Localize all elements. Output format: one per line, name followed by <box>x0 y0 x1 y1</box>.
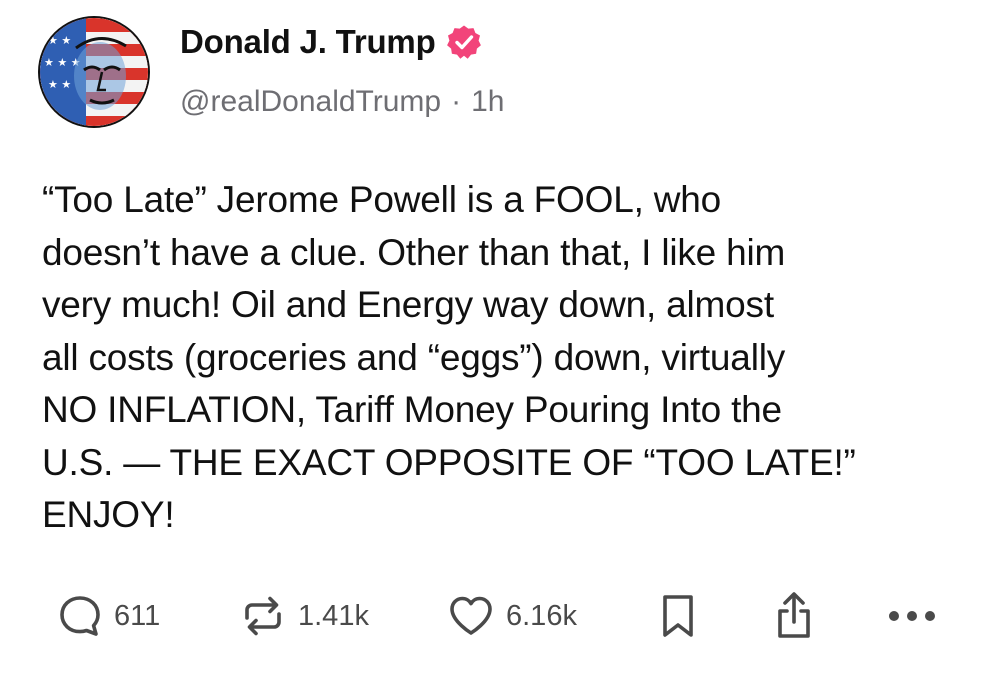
author-meta-row: @realDonaldTrump · 1h <box>180 80 504 124</box>
bookmark-icon <box>656 591 700 641</box>
post-body-line: all costs (groceries and “eggs”) down, v… <box>42 336 786 378</box>
post-body-line: NO INFLATION, Tariff Money Pouring Into … <box>42 389 782 430</box>
post-body-line: “Too Late” Jerome Powell is a FOOL, who <box>42 179 722 220</box>
post-body-line: very much! Oil and Energy way down, almo… <box>42 284 774 325</box>
more-options-button[interactable] <box>886 588 938 644</box>
like-button[interactable]: 6.16k <box>446 588 577 644</box>
share-button[interactable] <box>772 588 816 644</box>
avatar-image: ★ ★ ★ ★ ★ ★ ★ <box>40 18 148 126</box>
post-body-line: ENJOY! <box>42 494 175 535</box>
author-handle[interactable]: @realDonaldTrump <box>180 85 441 119</box>
post-body: “Too Late” Jerome Powell is a FOOL, who … <box>42 174 962 542</box>
repost-icon <box>238 592 288 640</box>
heart-icon <box>446 592 496 640</box>
more-icon <box>886 606 938 626</box>
repost-button[interactable]: 1.41k <box>238 588 369 644</box>
reply-button[interactable]: 611 <box>56 588 160 644</box>
verified-badge-icon <box>446 24 482 60</box>
post-body-line: U.S. — THE EXACT OPPOSITE OF “TOO LATE!” <box>42 441 856 483</box>
svg-text:★ ★: ★ ★ <box>48 34 71 47</box>
like-count: 6.16k <box>506 599 577 632</box>
reply-icon <box>56 592 104 640</box>
share-icon <box>772 590 816 642</box>
repost-count: 1.41k <box>298 599 369 632</box>
author-name-row: Donald J. Trump <box>180 20 482 64</box>
post-card: ★ ★ ★ ★ ★ ★ ★ Donald J. Trump @realDonal… <box>0 0 1000 684</box>
reply-count: 611 <box>114 599 161 632</box>
meta-separator: · <box>451 85 462 118</box>
avatar[interactable]: ★ ★ ★ ★ ★ ★ ★ <box>40 18 148 126</box>
display-name[interactable]: Donald J. Trump <box>180 23 436 61</box>
action-bar: 611 1.41k 6.16k <box>56 588 956 644</box>
bookmark-button[interactable] <box>656 588 700 644</box>
post-timestamp[interactable]: 1h <box>471 85 504 119</box>
svg-text:★ ★: ★ ★ <box>48 78 71 91</box>
post-body-line: doesn’t have a clue. Other than that, I … <box>42 231 786 273</box>
